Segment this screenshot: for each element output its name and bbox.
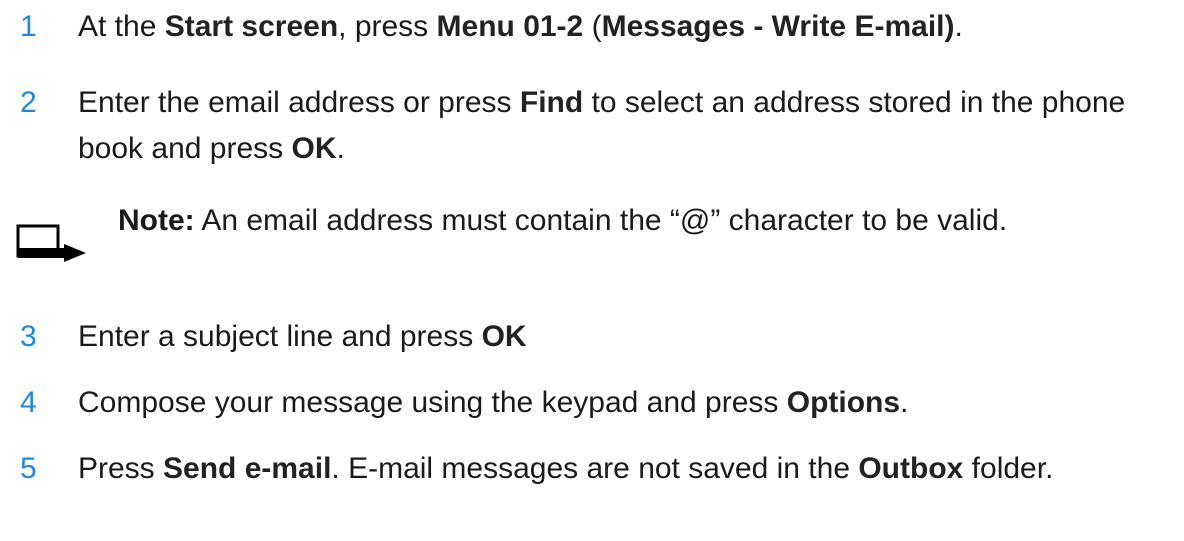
step-text-segment: folder. <box>963 452 1054 485</box>
step-bold-term: OK <box>291 132 337 165</box>
step-number: 1 <box>20 10 37 43</box>
step-text: Enter a subject line and press OK <box>78 314 1180 360</box>
step-bold-term: OK <box>481 320 527 353</box>
step-text-segment: , press <box>338 10 437 43</box>
step-text-segment: Press <box>78 452 164 485</box>
step-text-segment: . <box>954 10 963 43</box>
step-bold-term: Outbox <box>858 452 964 485</box>
step-number: 4 <box>20 386 37 419</box>
step-bold-term: Menu 01-2 <box>436 10 584 43</box>
instruction-document: 1 At the Start screen, press Menu 01-2 (… <box>0 0 1184 541</box>
step-number: 3 <box>20 320 37 353</box>
step-text-segment: Enter the email address or press <box>78 86 520 119</box>
step-text-segment: . <box>900 386 909 419</box>
step-bold-term: Options <box>786 386 901 419</box>
note-icon <box>16 224 86 262</box>
step-bold-term: Send e-mail <box>163 452 332 485</box>
step-text-segment: . <box>336 132 345 165</box>
step-text-segment: Compose your message using the keypad an… <box>78 386 787 419</box>
step-text: Compose your message using the keypad an… <box>78 380 1180 426</box>
step-text-segment: ( <box>583 10 602 43</box>
note-body: An email address must contain the “@” ch… <box>194 204 1008 237</box>
note-text: Note: An email address must contain the … <box>118 198 1158 244</box>
step-text: Enter the email address or press Find to… <box>78 80 1168 172</box>
step-number: 5 <box>20 452 37 485</box>
step-bold-term: Start screen <box>164 10 339 43</box>
step-text: At the Start screen, press Menu 01-2 (Me… <box>78 4 1180 50</box>
step-bold-term: Find <box>519 86 584 119</box>
step-number: 2 <box>20 86 37 119</box>
step-text-segment: At the <box>78 10 165 43</box>
step-text-segment: . E-mail messages are not saved in the <box>331 452 859 485</box>
step-text: Press Send e-mail. E-mail messages are n… <box>78 446 1168 492</box>
step-text-segment: Enter a subject line and press <box>78 320 482 353</box>
note-label: Note: <box>118 204 195 237</box>
step-bold-term: Messages - Write E-mail) <box>601 10 955 43</box>
